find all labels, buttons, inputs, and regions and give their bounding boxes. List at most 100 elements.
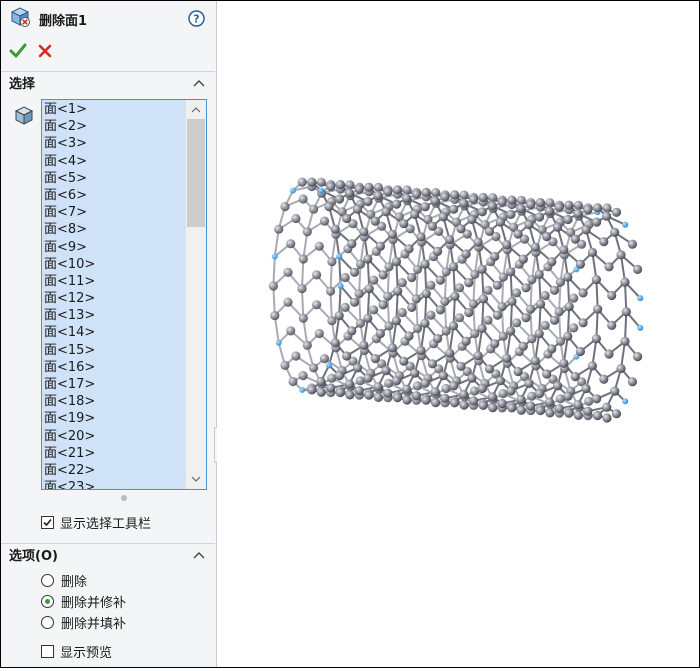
- selected-faces-list[interactable]: 面<1>面<2>面<3>面<4>面<5>面<6>面<7>面<8>面<9>面<10…: [41, 99, 207, 490]
- carbon-atom: [371, 354, 380, 363]
- hydrogen-atom: [338, 283, 344, 289]
- carbon-atom: [633, 352, 642, 361]
- ok-button[interactable]: [9, 43, 27, 63]
- list-item[interactable]: 面<8>: [44, 221, 184, 238]
- carbon-atom: [542, 232, 551, 241]
- list-item[interactable]: 面<12>: [44, 290, 184, 307]
- carbon-atom: [350, 298, 359, 307]
- list-item[interactable]: 面<5>: [44, 170, 184, 187]
- carbon-atom: [502, 240, 511, 249]
- list-item[interactable]: 面<11>: [44, 273, 184, 290]
- carbon-atom: [369, 305, 378, 314]
- carbon-atom: [299, 314, 308, 323]
- carbon-atom: [288, 377, 297, 386]
- carbon-atom: [347, 239, 356, 248]
- options-section-header[interactable]: 选项(O): [1, 543, 215, 565]
- list-item[interactable]: 面<3>: [44, 135, 184, 152]
- scroll-up-icon[interactable]: [191, 106, 201, 114]
- carbon-atom: [326, 287, 335, 296]
- feature-header: 删除面1: [9, 7, 87, 31]
- show-selection-toolbar-checkbox[interactable]: 显示选择工具栏: [41, 513, 151, 532]
- carbon-atom: [416, 346, 425, 355]
- carbon-atom: [421, 379, 430, 388]
- carbon-atom: [574, 411, 583, 420]
- scroll-down-icon[interactable]: [191, 475, 201, 483]
- list-resize-grip[interactable]: [121, 495, 127, 501]
- cancel-button[interactable]: [37, 43, 53, 63]
- list-item[interactable]: 面<23>: [44, 479, 184, 490]
- list-item[interactable]: 面<10>: [44, 256, 184, 273]
- carbon-atom: [576, 260, 585, 269]
- carbon-atom: [506, 267, 515, 276]
- carbon-atom: [555, 203, 564, 212]
- carbon-atom: [593, 203, 602, 212]
- carbon-atom: [633, 265, 642, 274]
- carbon-atom: [541, 291, 550, 300]
- help-icon[interactable]: ?: [188, 10, 205, 27]
- list-item[interactable]: 面<1>: [44, 101, 184, 118]
- selected-faces-items: 面<1>面<2>面<3>面<4>面<5>面<6>面<7>面<8>面<9>面<10…: [44, 101, 184, 490]
- carbon-atom: [569, 294, 578, 303]
- list-item[interactable]: 面<22>: [44, 462, 184, 479]
- radio-delete-label: 删除: [61, 571, 87, 590]
- radio-circle[interactable]: [41, 574, 54, 587]
- carbon-atom: [382, 366, 391, 375]
- list-item[interactable]: 面<7>: [44, 204, 184, 221]
- carbon-atom: [439, 212, 448, 221]
- carbon-atom: [490, 252, 499, 261]
- nanotube-model[interactable]: [217, 1, 699, 667]
- list-item[interactable]: 面<13>: [44, 307, 184, 324]
- carbon-atom: [563, 332, 572, 341]
- carbon-atom: [517, 196, 526, 205]
- radio-delete[interactable]: 删除: [41, 571, 87, 590]
- list-item[interactable]: 面<2>: [44, 118, 184, 135]
- carbon-atom: [383, 292, 392, 301]
- carbon-atom: [426, 281, 435, 290]
- carbon-atom: [312, 300, 321, 309]
- carbon-atom: [507, 196, 516, 205]
- chevron-up-icon[interactable]: [193, 79, 205, 87]
- carbon-atom: [459, 199, 468, 208]
- carbon-atom: [371, 217, 380, 226]
- list-item[interactable]: 面<18>: [44, 393, 184, 410]
- checkbox-box[interactable]: [41, 645, 54, 658]
- carbon-atom: [512, 318, 521, 327]
- list-item[interactable]: 面<21>: [44, 445, 184, 462]
- chevron-up-icon[interactable]: [193, 551, 205, 559]
- selection-section-title: 选择: [9, 73, 35, 92]
- carbon-atom: [413, 381, 422, 390]
- radio-circle[interactable]: [41, 616, 54, 629]
- carbon-atom: [506, 326, 515, 335]
- carbon-atom: [469, 195, 478, 204]
- radio-circle[interactable]: [41, 595, 54, 608]
- carbon-atom: [270, 311, 279, 320]
- carbon-atom: [547, 344, 556, 353]
- list-item[interactable]: 面<20>: [44, 428, 184, 445]
- carbon-atom: [286, 239, 295, 248]
- checkbox-box[interactable]: [41, 516, 54, 529]
- radio-delete-and-patch[interactable]: 删除并修补: [41, 592, 126, 611]
- show-preview-checkbox[interactable]: 显示预览: [41, 642, 112, 661]
- list-item[interactable]: 面<4>: [44, 153, 184, 170]
- radio-delete-and-fill[interactable]: 删除并填补: [41, 613, 126, 632]
- list-item[interactable]: 面<14>: [44, 324, 184, 341]
- list-scrollbar[interactable]: [185, 100, 206, 489]
- graphics-area[interactable]: [217, 1, 699, 667]
- carbon-atom: [421, 202, 430, 211]
- selection-section-header[interactable]: 选择: [1, 71, 215, 93]
- list-item[interactable]: 面<9>: [44, 239, 184, 256]
- list-item[interactable]: 面<6>: [44, 187, 184, 204]
- scrollbar-thumb[interactable]: [187, 119, 205, 227]
- list-item[interactable]: 面<16>: [44, 359, 184, 376]
- carbon-atom: [299, 254, 308, 263]
- list-item[interactable]: 面<19>: [44, 410, 184, 427]
- carbon-atom: [512, 288, 521, 297]
- list-item[interactable]: 面<17>: [44, 376, 184, 393]
- carbon-atom: [336, 180, 345, 189]
- carbon-atom: [526, 305, 535, 314]
- list-item[interactable]: 面<15>: [44, 342, 184, 359]
- carbon-atom: [469, 299, 478, 308]
- carbon-atom: [388, 343, 397, 352]
- carbon-atom: [327, 374, 336, 383]
- carbon-atom: [376, 242, 385, 251]
